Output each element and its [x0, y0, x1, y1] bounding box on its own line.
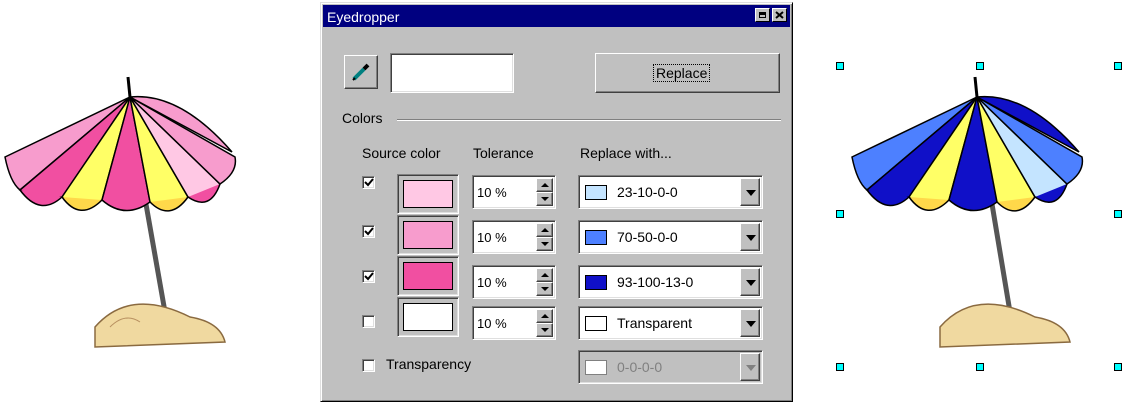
tolerance-spinbox[interactable]: 10 % [472, 306, 556, 340]
source-color-swatch[interactable] [397, 297, 459, 337]
umbrella-recolored-image [851, 76, 1084, 348]
tolerance-spinbox[interactable]: 10 % [472, 220, 556, 254]
tolerance-spinbox[interactable]: 10 % [472, 175, 556, 209]
chevron-down-icon [746, 280, 756, 286]
spin-down-button[interactable] [536, 237, 553, 251]
tolerance-value: 10 % [477, 230, 507, 245]
dialog-title: Eyedropper [327, 9, 400, 25]
dropdown-arrow-button[interactable] [740, 178, 760, 206]
colors-group-label: Colors [342, 110, 383, 126]
chevron-down-icon [746, 235, 756, 241]
umbrella-original-image [4, 76, 237, 348]
spin-up-button[interactable] [536, 178, 553, 192]
replace-color-value: 70-50-0-0 [617, 229, 678, 245]
spin-down-button[interactable] [536, 323, 553, 337]
transparency-color-swatch [585, 360, 607, 375]
spin-up-button[interactable] [536, 223, 553, 237]
selection-handle[interactable] [1114, 363, 1122, 371]
transparency-label: Transparency [386, 356, 472, 372]
source-color-fill [403, 180, 453, 208]
transparency-checkbox[interactable] [362, 359, 375, 372]
replace-with-dropdown[interactable]: 93-100-13-0 [578, 265, 763, 299]
source-color-swatch[interactable] [397, 215, 459, 255]
selection-handle[interactable] [836, 62, 844, 70]
selection-handle[interactable] [1114, 62, 1122, 70]
source-color-swatch[interactable] [397, 174, 459, 214]
source-color-checkbox[interactable] [362, 315, 375, 328]
chevron-down-icon [746, 190, 756, 196]
spin-down-button[interactable] [536, 192, 553, 206]
source-color-checkbox[interactable] [362, 225, 375, 238]
replace-color-swatch [585, 185, 607, 200]
replace-button-label: Replace [652, 64, 711, 82]
pipette-icon [352, 63, 370, 81]
tolerance-value: 10 % [477, 275, 507, 290]
replace-color-swatch [585, 275, 607, 290]
title-bar: Eyedropper [323, 5, 790, 27]
source-color-fill [403, 221, 453, 249]
replace-with-header: Replace with... [580, 145, 672, 161]
spin-up-button[interactable] [536, 309, 553, 323]
replace-with-dropdown[interactable]: 70-50-0-0 [578, 220, 763, 254]
eyedropper-dialog: Eyedropper Replace Colors Source color T… [320, 2, 793, 402]
replace-color-swatch [585, 230, 607, 245]
selection-handle[interactable] [976, 363, 984, 371]
replace-button[interactable]: Replace [595, 53, 780, 93]
source-color-fill [403, 262, 453, 290]
replace-with-dropdown[interactable]: Transparent [578, 306, 763, 340]
transparency-color-value: 0-0-0-0 [617, 359, 663, 375]
dropdown-arrow-button[interactable] [740, 309, 760, 337]
replace-color-value: 93-100-13-0 [617, 274, 694, 290]
selection-handle[interactable] [1114, 210, 1122, 218]
replace-color-value: Transparent [617, 315, 692, 331]
pipette-button[interactable] [344, 55, 378, 89]
dropdown-arrow-button[interactable] [740, 268, 760, 296]
selection-handle[interactable] [836, 210, 844, 218]
close-icon [775, 11, 784, 19]
selection-handle[interactable] [836, 363, 844, 371]
checkmark-icon [364, 227, 374, 236]
tolerance-spin-buttons [536, 178, 553, 206]
tolerance-header: Tolerance [473, 145, 534, 161]
checkmark-icon [364, 178, 374, 187]
close-button[interactable] [772, 8, 787, 22]
tolerance-spin-buttons [536, 223, 553, 251]
source-color-header: Source color [362, 145, 441, 161]
colors-group-divider [397, 119, 781, 121]
source-color-checkbox[interactable] [362, 176, 375, 189]
chevron-down-icon [746, 365, 756, 371]
spin-down-button[interactable] [536, 282, 553, 296]
source-color-checkbox[interactable] [362, 270, 375, 283]
dropdown-arrow-button[interactable] [740, 223, 760, 251]
replace-color-value: 23-10-0-0 [617, 184, 678, 200]
chevron-down-icon [746, 321, 756, 327]
tolerance-spin-buttons [536, 309, 553, 337]
color-preview [390, 53, 514, 93]
tolerance-value: 10 % [477, 185, 507, 200]
transparency-color-dropdown[interactable]: 0-0-0-0 [578, 350, 763, 384]
source-color-swatch[interactable] [397, 256, 459, 296]
tolerance-spinbox[interactable]: 10 % [472, 265, 556, 299]
minimize-button[interactable] [755, 8, 770, 22]
tolerance-value: 10 % [477, 316, 507, 331]
spin-up-button[interactable] [536, 268, 553, 282]
checkmark-icon [364, 272, 374, 281]
dropdown-arrow-button[interactable] [740, 353, 760, 381]
replace-color-swatch [585, 316, 607, 331]
replace-with-dropdown[interactable]: 23-10-0-0 [578, 175, 763, 209]
selection-handle[interactable] [976, 62, 984, 70]
tolerance-spin-buttons [536, 268, 553, 296]
source-color-fill [403, 303, 453, 331]
